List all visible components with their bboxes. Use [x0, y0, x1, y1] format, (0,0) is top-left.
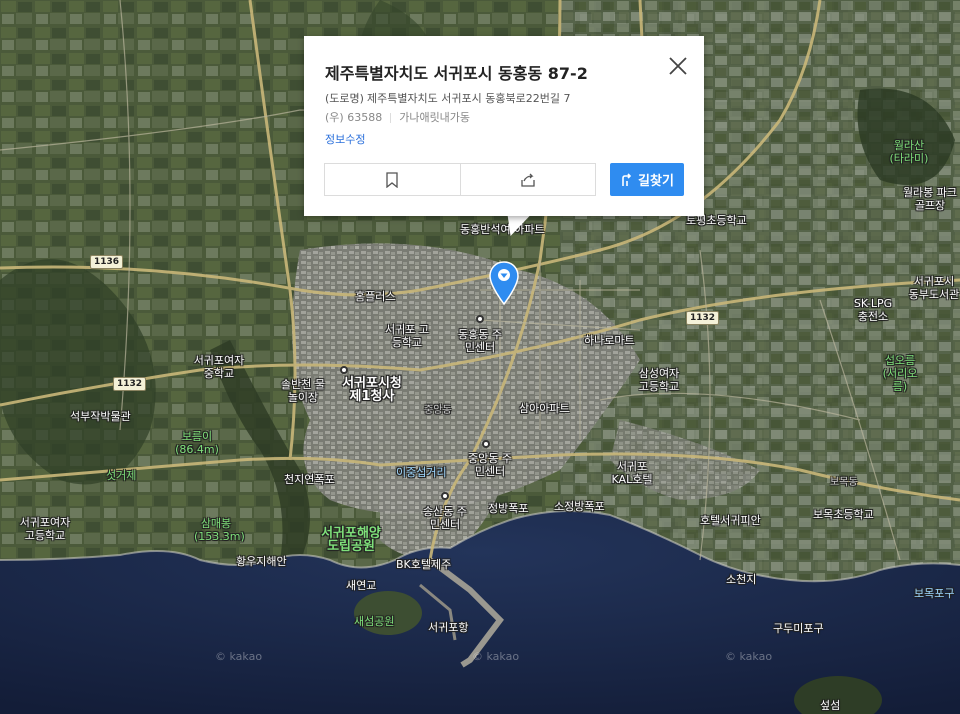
map-label-kal-hotel[interactable]: 서귀포 KAL호텔	[608, 460, 656, 486]
map-label-samah-apt[interactable]: 삼아아파트	[519, 402, 570, 415]
poi-marker-jungang[interactable]	[482, 440, 490, 448]
kakao-watermark-1: © kakao	[215, 650, 263, 663]
map-label-boreum[interactable]: 보름이 (86.4m)	[175, 430, 219, 456]
route-button[interactable]: 길찾기	[610, 163, 684, 196]
poi-marker-songsan[interactable]	[441, 492, 449, 500]
map-label-bomok-dong: 보목동	[830, 477, 858, 488]
share-icon	[521, 173, 535, 187]
road-address-tag: (도로명)	[325, 92, 364, 105]
map-label-seopseom[interactable]: 섶섬	[820, 699, 840, 712]
map-label-socheonji[interactable]: 소천지	[726, 573, 756, 586]
road-address-text: 제주특별자치도 서귀포시 동홍북로22번길 7	[366, 92, 571, 105]
saeseom-island	[354, 591, 422, 635]
kakao-watermark-2: © kakao	[472, 650, 520, 663]
postal-divider	[390, 113, 392, 123]
map-label-cheonjiyeon[interactable]: 천지연폭포	[284, 473, 335, 486]
map-label-ijung-crossing[interactable]: 이중섭거리	[396, 466, 447, 479]
map-label-hwangu[interactable]: 황우지해안	[236, 555, 287, 568]
map-label-jungang-center[interactable]: 중앙동 주민센터	[465, 452, 515, 478]
map-label-sojeongbang[interactable]: 소정방폭포	[554, 500, 605, 513]
map-label-seoreum[interactable]: 섭오름 (서리오름)	[876, 354, 924, 393]
bookmark-icon	[386, 171, 398, 188]
postal-info: (우) 63588 가나애릿내가동	[325, 109, 470, 125]
map-label-bomok-elem[interactable]: 보목초등학교	[813, 508, 874, 521]
postal-code: 63588	[347, 111, 383, 124]
map-label-haean-park[interactable]: 서귀포해양 도립공원	[318, 527, 384, 553]
map-label-gudumi[interactable]: 구두미포구	[773, 622, 824, 635]
postal-tag: (우)	[325, 111, 344, 124]
map-label-city-hall[interactable]: 서귀포시청 제1청사	[334, 377, 410, 403]
map-label-donghong-center[interactable]: 동홍동 주민센터	[455, 328, 505, 354]
popup-title: 제주특별자치도 서귀포시 동홍동 87-2	[325, 64, 588, 83]
map-label-wollabong[interactable]: 월라봉 파크골프장	[900, 186, 960, 212]
map-label-east-library[interactable]: 서귀포시 동부도서관	[908, 275, 960, 301]
map-label-jeongbang[interactable]: 정방폭포	[488, 502, 528, 515]
map-label-hotel-pian[interactable]: 호텔서귀피안	[700, 514, 761, 527]
road-number-1136: 1136	[90, 255, 124, 269]
map-label-hanaro[interactable]: 하나로마트	[584, 334, 635, 347]
map-label-samsung-girls-hs[interactable]: 삼성여자 고등학교	[632, 367, 686, 393]
popup-actions	[324, 163, 596, 196]
map-label-songsan-center[interactable]: 송산동 주민센터	[420, 505, 470, 531]
map-label-seokbu[interactable]: 석부작박물관	[70, 410, 131, 423]
route-icon	[622, 172, 632, 186]
kakao-watermark-3: © kakao	[725, 650, 773, 663]
bookmark-button[interactable]	[325, 164, 460, 195]
map-label-saeseom[interactable]: 새섬공원	[354, 615, 394, 628]
map-label-jungang-dong: 중앙동	[424, 405, 452, 416]
close-icon[interactable]	[666, 54, 690, 78]
map-label-homeplus[interactable]: 홈플러스	[355, 290, 395, 303]
map-label-girls-hs-west[interactable]: 서귀포여자 고등학교	[16, 516, 74, 542]
map-label-seogwipo-hs[interactable]: 서귀포 고등학교	[385, 323, 429, 349]
route-button-label: 길찾기	[638, 174, 674, 189]
edit-info-link[interactable]: 정보수정	[325, 131, 365, 147]
map-label-sk-lpg[interactable]: SK-LPG 충전소	[848, 297, 898, 323]
map-label-girls-middle[interactable]: 서귀포여자 중학교	[188, 354, 250, 380]
map-label-bomok-port[interactable]: 보목포구	[914, 587, 954, 600]
map-label-wollasan[interactable]: 월라산 (타라미)	[887, 139, 931, 165]
map-label-solban[interactable]: 솔반천 물놀이장	[278, 378, 328, 404]
location-pin-icon[interactable]	[488, 260, 520, 308]
map-label-seotgeoje[interactable]: 섯거제	[106, 469, 136, 482]
map-label-bk-hotel[interactable]: BK호텔제주	[396, 558, 451, 571]
address-popup: 제주특별자치도 서귀포시 동홍동 87-2 (도로명) 제주특별자치도 서귀포시 …	[304, 36, 704, 216]
map-label-sammaebong[interactable]: 삼매봉 (153.3m)	[194, 517, 245, 543]
road-number-1132-east: 1132	[686, 311, 720, 325]
map-label-seogwipo-port[interactable]: 서귀포항	[428, 621, 468, 634]
map-label-saeyeon[interactable]: 새연교	[346, 579, 376, 592]
poi-marker-center[interactable]	[476, 315, 484, 323]
poi-marker-girls-middle[interactable]	[340, 366, 348, 374]
road-number-1132-west: 1132	[113, 377, 147, 391]
road-address: (도로명) 제주특별자치도 서귀포시 동홍북로22번길 7	[325, 90, 570, 106]
building-name: 가나애릿내가동	[399, 111, 471, 124]
share-button[interactable]	[459, 164, 596, 195]
